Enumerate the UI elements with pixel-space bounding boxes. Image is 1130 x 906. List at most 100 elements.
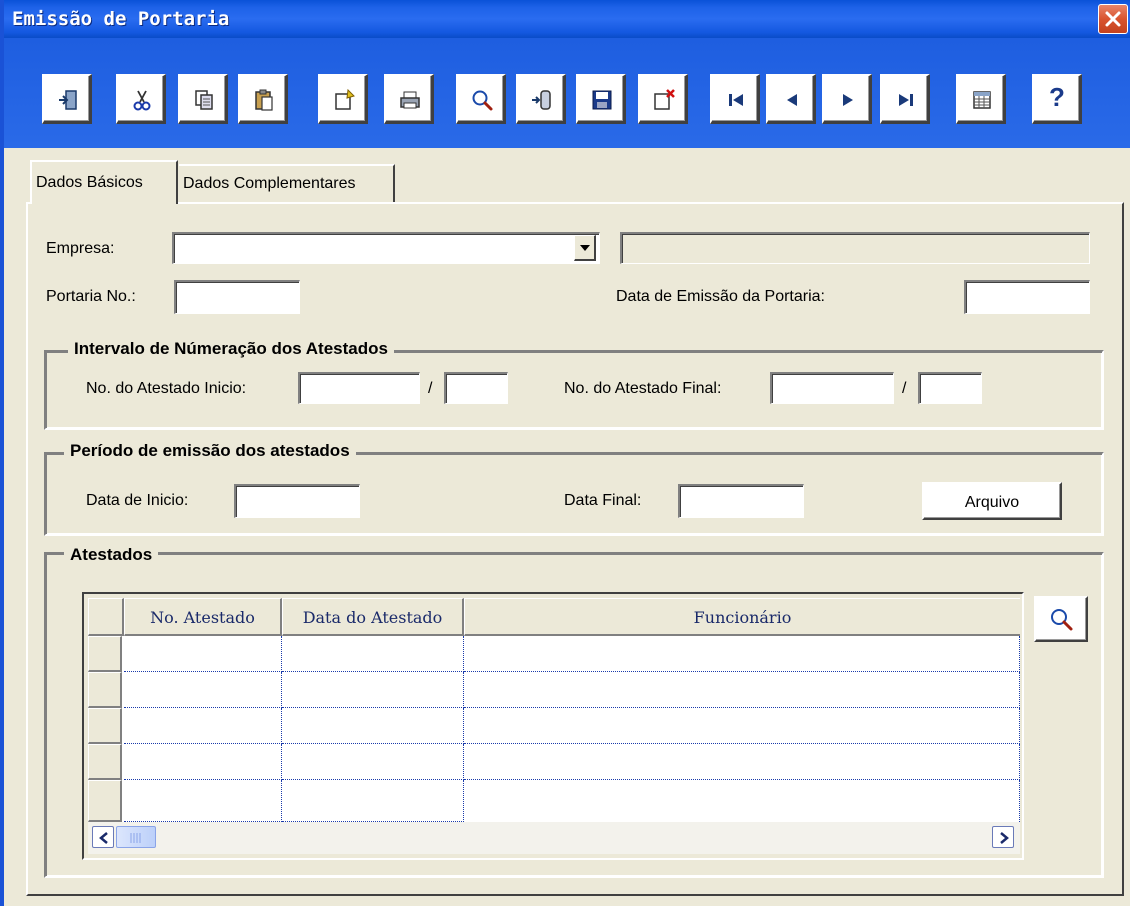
table-cell[interactable] xyxy=(282,636,464,672)
table-cell[interactable] xyxy=(124,708,282,744)
chevron-right-icon xyxy=(1000,832,1009,844)
atestado-final-label: No. do Atestado Final: xyxy=(564,380,722,397)
grid-view-button[interactable] xyxy=(956,74,1006,124)
data-emissao-input[interactable] xyxy=(964,280,1090,314)
tab-dados-complementares[interactable]: Dados Complementares xyxy=(179,164,395,202)
empresa-dropdown-button[interactable] xyxy=(574,235,596,261)
empresa-label: Empresa: xyxy=(46,240,115,257)
scrollbar-thumb[interactable] xyxy=(116,826,156,848)
exit-button[interactable] xyxy=(42,74,92,124)
chevron-left-icon xyxy=(99,832,108,844)
grid-corner-header xyxy=(88,598,124,636)
help-button[interactable]: ? xyxy=(1032,74,1082,124)
empresa-select[interactable] xyxy=(172,232,600,264)
grip-icon xyxy=(130,833,141,843)
title-bar[interactable]: Emissão de Portaria xyxy=(4,0,1130,38)
atestado-final-ano-input[interactable] xyxy=(918,372,982,404)
last-record-icon xyxy=(899,94,913,106)
column-header-funcionario[interactable]: Funcionário xyxy=(464,598,1020,636)
delete-record-icon xyxy=(654,89,675,110)
last-record-button[interactable] xyxy=(880,74,930,124)
new-button[interactable] xyxy=(318,74,368,124)
help-icon: ? xyxy=(1049,82,1065,112)
horizontal-scrollbar[interactable] xyxy=(88,822,1020,854)
table-cell[interactable] xyxy=(282,708,464,744)
copy-button[interactable] xyxy=(178,74,228,124)
first-record-button[interactable] xyxy=(710,74,760,124)
delete-button[interactable] xyxy=(638,74,688,124)
atestados-grid-body: No. Atestado Data do Atestado Funcionári… xyxy=(88,598,1020,854)
table-cell[interactable] xyxy=(124,744,282,780)
new-record-icon xyxy=(335,88,355,110)
atestado-inicio-ano-input[interactable] xyxy=(444,372,508,404)
first-record-icon xyxy=(729,94,743,106)
row-header[interactable] xyxy=(88,636,122,672)
chevron-down-icon xyxy=(580,245,590,251)
row-header[interactable] xyxy=(88,744,122,780)
scroll-left-button[interactable] xyxy=(92,826,114,848)
table-cell[interactable] xyxy=(124,636,282,672)
portaria-label: Portaria No.: xyxy=(46,288,136,305)
atestado-final-separator: / xyxy=(902,380,907,397)
paste-button[interactable] xyxy=(238,74,288,124)
atestado-final-numero-input[interactable] xyxy=(770,372,894,404)
scroll-right-button[interactable] xyxy=(992,826,1014,848)
row-header[interactable] xyxy=(88,708,122,744)
data-final-input[interactable] xyxy=(678,484,804,518)
magnifier-icon xyxy=(472,90,493,111)
table-cell[interactable] xyxy=(124,780,282,822)
atestado-inicio-separator: / xyxy=(428,380,433,397)
import-button[interactable] xyxy=(516,74,566,124)
import-icon xyxy=(532,90,551,110)
toolbar: ? xyxy=(4,38,1130,148)
data-final-label: Data Final: xyxy=(564,492,642,509)
search-button[interactable] xyxy=(456,74,506,124)
column-header-no-atestado[interactable]: No. Atestado xyxy=(124,598,282,636)
row-header[interactable] xyxy=(88,672,122,708)
data-inicio-input[interactable] xyxy=(234,484,360,518)
portaria-window: Emissão de Portaria ? Dados Básicos Dado… xyxy=(0,0,1130,906)
atestado-inicio-label: No. do Atestado Inicio: xyxy=(86,380,247,397)
table-cell[interactable] xyxy=(464,708,1020,744)
table-view-icon xyxy=(973,91,991,109)
column-header-data-atestado[interactable]: Data do Atestado xyxy=(282,598,464,636)
table-cell[interactable] xyxy=(464,744,1020,780)
data-inicio-label: Data de Inicio: xyxy=(86,492,189,509)
table-cell[interactable] xyxy=(464,780,1020,822)
printer-icon xyxy=(400,91,420,109)
exit-door-icon xyxy=(59,90,77,110)
copy-icon xyxy=(195,90,213,110)
row-header[interactable] xyxy=(88,780,122,822)
arquivo-button[interactable]: Arquivo xyxy=(922,482,1062,520)
table-cell[interactable] xyxy=(464,636,1020,672)
paste-icon xyxy=(255,89,273,111)
print-button[interactable] xyxy=(384,74,434,124)
scissors-icon xyxy=(133,90,151,111)
close-icon xyxy=(1105,11,1121,27)
window-title: Emissão de Portaria xyxy=(12,8,230,30)
table-cell[interactable] xyxy=(124,672,282,708)
periodo-group-title: Período de emissão dos atestados xyxy=(64,441,356,461)
next-record-button[interactable] xyxy=(822,74,872,124)
cut-button[interactable] xyxy=(116,74,166,124)
magnifier-icon xyxy=(1051,609,1073,631)
table-cell[interactable] xyxy=(282,744,464,780)
save-button[interactable] xyxy=(576,74,626,124)
empresa-description-field xyxy=(620,232,1090,264)
table-cell[interactable] xyxy=(282,780,464,822)
floppy-disk-icon xyxy=(592,90,612,110)
prior-record-icon xyxy=(787,94,797,106)
close-button[interactable] xyxy=(1098,4,1128,34)
atestado-inicio-numero-input[interactable] xyxy=(298,372,420,404)
search-atestados-button[interactable] xyxy=(1034,596,1088,642)
intervalo-group-title: Intervalo de Númeração dos Atestados xyxy=(68,339,394,359)
table-cell[interactable] xyxy=(464,672,1020,708)
tab-dados-basicos[interactable]: Dados Básicos xyxy=(30,160,178,204)
table-cell[interactable] xyxy=(282,672,464,708)
data-emissao-label: Data de Emissão da Portaria: xyxy=(616,288,825,305)
next-record-icon xyxy=(843,94,853,106)
atestados-group-title: Atestados xyxy=(64,545,159,565)
atestados-grid: No. Atestado Data do Atestado Funcionári… xyxy=(82,592,1024,860)
prior-record-button[interactable] xyxy=(766,74,816,124)
portaria-input[interactable] xyxy=(174,280,300,314)
